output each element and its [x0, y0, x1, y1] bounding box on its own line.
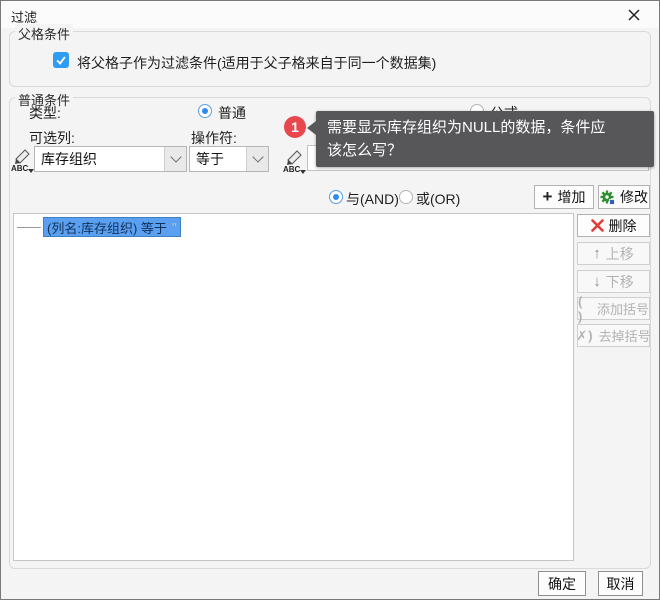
- annotation-badge: 1: [284, 116, 306, 138]
- column-select[interactable]: 库存组织: [34, 146, 187, 172]
- modify-button[interactable]: 修改: [598, 185, 650, 209]
- annotation-tooltip-text: 需要显示库存组织为NULL的数据，条件应该怎么写？: [327, 119, 606, 159]
- delete-button[interactable]: 删除: [577, 214, 650, 237]
- condition-list[interactable]: (列名:库存组织) 等于 '': [13, 213, 574, 561]
- tree-connector: [17, 227, 41, 228]
- remove-parentheses-button[interactable]: ✗) 去掉括号: [576, 324, 651, 347]
- logic-radio-or-label: 或(OR): [416, 191, 461, 207]
- close-icon[interactable]: [625, 6, 643, 24]
- parent-filter-checkbox[interactable]: [53, 52, 69, 68]
- gear-icon: [600, 190, 615, 205]
- arrow-up-icon: ↑: [593, 245, 601, 262]
- ok-button[interactable]: 确定: [538, 571, 586, 596]
- svg-text:ABC: ABC: [11, 164, 29, 173]
- chevron-down-icon[interactable]: [246, 147, 268, 171]
- annotation-tooltip: 需要显示库存组织为NULL的数据，条件应该怎么写？: [307, 111, 654, 167]
- check-icon: [56, 56, 66, 65]
- operator-select[interactable]: 等于: [189, 146, 269, 172]
- value-type-abc-icon[interactable]: ABC: [282, 148, 306, 174]
- parent-group-title: 父格条件: [15, 24, 74, 43]
- filter-dialog: 过滤 父格条件 将父格子作为过滤条件(适用于父子格来自于同一个数据集) 普通条件…: [0, 0, 660, 600]
- parent-filter-checkbox-label: 将父格子作为过滤条件(适用于父子格来自于同一个数据集): [77, 55, 437, 71]
- chevron-down-icon[interactable]: [164, 147, 186, 171]
- condition-value-literal: '': [171, 219, 177, 235]
- operator-label: 操作符:: [191, 130, 237, 146]
- title-bar: 过滤: [1, 1, 659, 28]
- selected-condition[interactable]: (列名:库存组织) 等于 '': [43, 217, 181, 237]
- type-radio-normal[interactable]: [198, 104, 212, 118]
- arrow-down-icon: ↓: [593, 273, 601, 290]
- type-label: 类型:: [29, 105, 61, 121]
- delete-x-icon: [590, 219, 604, 232]
- plus-icon: +: [542, 186, 553, 206]
- remove-parentheses-icon: ✗): [576, 327, 594, 343]
- add-button[interactable]: + 增加: [534, 185, 594, 209]
- operator-select-value: 等于: [196, 151, 224, 167]
- type-radio-normal-label: 普通: [218, 105, 246, 121]
- move-down-button[interactable]: ↓ 下移: [577, 270, 650, 293]
- parentheses-icon: ( ): [578, 293, 584, 324]
- list-item[interactable]: (列名:库存组织) 等于 '': [14, 216, 573, 238]
- move-up-button[interactable]: ↑ 上移: [577, 242, 650, 265]
- logic-radio-or[interactable]: [399, 190, 413, 204]
- add-parentheses-button[interactable]: ( ) 添加括号: [577, 294, 650, 324]
- logic-radio-and-label: 与(AND): [346, 191, 399, 207]
- cancel-button[interactable]: 取消: [598, 571, 643, 596]
- tooltip-arrow: [307, 121, 316, 135]
- svg-text:ABC: ABC: [283, 165, 301, 174]
- column-select-value: 库存组织: [41, 151, 97, 167]
- data-type-abc-icon[interactable]: ABC: [10, 147, 34, 173]
- column-label: 可选列:: [29, 130, 75, 146]
- logic-radio-and[interactable]: [329, 190, 343, 204]
